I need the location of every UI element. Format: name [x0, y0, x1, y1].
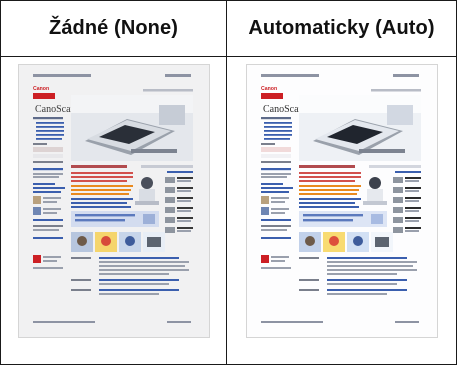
column-header-none: Žádné (None)	[1, 1, 227, 57]
scanned-page-none: Canon CanoScan	[19, 65, 209, 337]
scanned-page-artwork-none: Canon CanoScan	[33, 74, 193, 323]
canon-logo: Canon	[261, 86, 277, 92]
comparison-table: Žádné (None) Automaticky (Auto) Canon Ca…	[0, 0, 457, 365]
scanned-page-artwork-auto: Canon CanoScan	[261, 74, 421, 323]
image-cell-none: Canon CanoScan	[1, 57, 227, 365]
column-header-auto: Automaticky (Auto)	[227, 1, 457, 57]
scanner-headline: CanoScan	[263, 104, 304, 115]
image-cell-auto: Canon CanoScan	[227, 57, 457, 365]
scanned-page-auto: Canon CanoScan	[247, 65, 437, 337]
column-label-auto: Automaticky (Auto)	[248, 17, 435, 39]
canon-logo: Canon	[33, 86, 49, 92]
scanner-headline: CanoScan	[35, 104, 76, 115]
column-label-none: Žádné (None)	[49, 17, 178, 39]
